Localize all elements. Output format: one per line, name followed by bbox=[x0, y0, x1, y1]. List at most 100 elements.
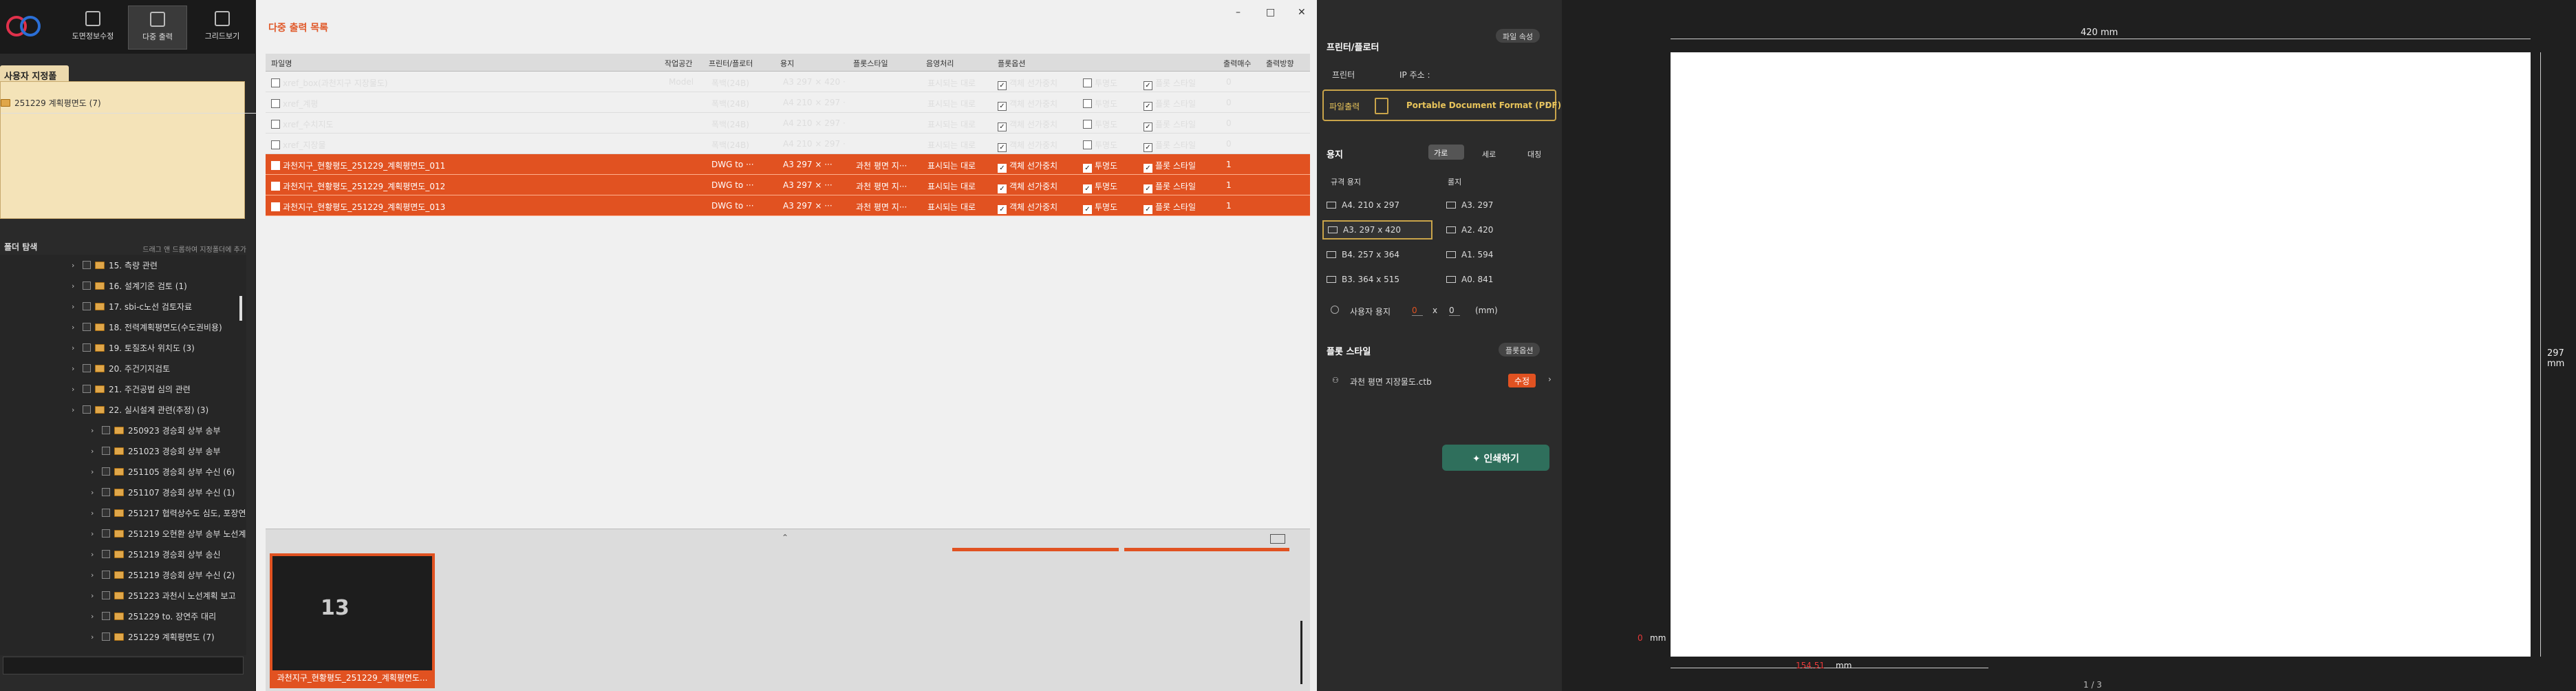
tree-scrollbar[interactable] bbox=[239, 296, 242, 321]
chevron-right-icon[interactable]: › bbox=[91, 632, 98, 641]
row-paper[interactable]: A3 297 × ··· bbox=[783, 201, 845, 211]
output-select[interactable]: 파일출력 Portable Document Format (PDF) › bbox=[1322, 89, 1561, 121]
row-shade[interactable]: 표시되는 대로 bbox=[927, 139, 989, 151]
chevron-right-icon[interactable]: › bbox=[72, 261, 78, 270]
tree-item[interactable]: › 251219 경승회 상부 수신 (2) bbox=[91, 567, 235, 582]
chevron-right-icon[interactable]: › bbox=[91, 447, 98, 456]
tree-checkbox[interactable] bbox=[83, 385, 91, 393]
table-row[interactable]: 과천지구_현황평도_251229_계획평면도_013 DWG to ··· A3 2… bbox=[266, 195, 1310, 216]
print-button[interactable]: ✦ 인쇄하기 bbox=[1442, 445, 1549, 471]
edit-style-button[interactable]: 수정 bbox=[1508, 374, 1536, 387]
chevron-right-icon[interactable]: › bbox=[91, 509, 98, 518]
row-checkbox[interactable] bbox=[271, 182, 280, 191]
row-paper[interactable]: A3 297 × 420 ··· bbox=[783, 77, 845, 87]
tree-item[interactable]: › 21. 주건공법 심의 관련 bbox=[72, 381, 191, 396]
paper-option[interactable]: A3. 297 x 420 bbox=[1322, 220, 1432, 240]
transparency-checkbox[interactable]: ✓ bbox=[1083, 164, 1092, 173]
chevron-right-icon[interactable]: › bbox=[72, 281, 78, 290]
chevron-right-icon[interactable]: › bbox=[91, 426, 98, 435]
transparency-checkbox[interactable] bbox=[1083, 120, 1092, 129]
chevron-right-icon[interactable]: › bbox=[91, 591, 98, 600]
chevron-right-icon[interactable]: › bbox=[1548, 374, 1552, 384]
tree-item[interactable]: › 251023 경승회 상부 송부 bbox=[91, 443, 221, 458]
col-space[interactable]: 작업공간 bbox=[665, 58, 692, 69]
tree-checkbox[interactable] bbox=[83, 281, 91, 290]
transparency-checkbox[interactable] bbox=[1083, 140, 1092, 149]
grid-view-button[interactable]: 그리드보기 bbox=[193, 6, 252, 50]
col-direction[interactable]: 출력방향 bbox=[1266, 58, 1307, 69]
tree-checkbox[interactable] bbox=[102, 488, 110, 496]
tree-item[interactable]: › 19. 토질조사 위치도 (3) bbox=[72, 340, 195, 355]
lineweight-checkbox[interactable]: ✓ bbox=[998, 102, 1007, 111]
tree-checkbox[interactable] bbox=[83, 343, 91, 352]
tree-checkbox[interactable] bbox=[102, 467, 110, 476]
row-plotstyle[interactable]: 과천 평면 지··· bbox=[856, 180, 918, 192]
style-file[interactable]: 과천 평면 지장물도.ctb bbox=[1350, 376, 1432, 387]
col-filename[interactable]: 파일명 bbox=[271, 58, 340, 69]
table-row[interactable]: xref_box(과천지구 지장물도) Model 폭백(24B) A3 297 × … bbox=[266, 72, 1310, 92]
row-checkbox[interactable] bbox=[271, 78, 280, 87]
row-checkbox[interactable] bbox=[271, 99, 280, 108]
row-shade[interactable]: 표시되는 대로 bbox=[927, 98, 989, 109]
file-attr-toggle[interactable]: 파일 속성 bbox=[1496, 29, 1540, 43]
table-row[interactable]: xref_수치지도 폭백(24B) A4 210 × 297 ··· 표시되는 대로 ✓… bbox=[266, 113, 1310, 134]
row-paper[interactable]: A3 297 × ··· bbox=[783, 160, 845, 169]
paper-option[interactable]: A4. 210 x 297 bbox=[1322, 195, 1432, 215]
row-printer[interactable]: 폭백(24B) bbox=[711, 139, 773, 151]
row-printer[interactable]: 폭백(24B) bbox=[711, 118, 773, 130]
chevron-right-icon[interactable]: › bbox=[72, 343, 78, 352]
tree-checkbox[interactable] bbox=[102, 571, 110, 579]
tree-item[interactable]: › 251105 경승회 상부 수신 (6) bbox=[91, 464, 235, 479]
transparency-checkbox[interactable] bbox=[1083, 78, 1092, 87]
chevron-right-icon[interactable]: › bbox=[72, 364, 78, 373]
row-shade[interactable]: 표시되는 대로 bbox=[927, 201, 989, 213]
tree-checkbox[interactable] bbox=[83, 323, 91, 331]
row-checkbox[interactable] bbox=[271, 202, 280, 211]
row-shade[interactable]: 표시되는 대로 bbox=[927, 180, 989, 192]
plotstyle-checkbox[interactable]: ✓ bbox=[1144, 184, 1152, 193]
row-paper[interactable]: A4 210 × 297 ··· bbox=[783, 118, 845, 128]
lineweight-checkbox[interactable]: ✓ bbox=[998, 164, 1007, 173]
plot-options-toggle[interactable]: 플롯옵션 bbox=[1499, 343, 1541, 357]
roll-paper-option[interactable]: A2. 420 bbox=[1442, 220, 1552, 240]
tree-checkbox[interactable] bbox=[102, 612, 110, 620]
drawing-info-button[interactable]: 도면정보수정 bbox=[63, 6, 122, 50]
tree-checkbox[interactable] bbox=[83, 261, 91, 269]
plotstyle-checkbox[interactable]: ✓ bbox=[1144, 81, 1152, 90]
plotstyle-checkbox[interactable]: ✓ bbox=[1144, 205, 1152, 214]
tree-checkbox[interactable] bbox=[102, 509, 110, 517]
row-checkbox[interactable] bbox=[271, 140, 280, 149]
chevron-right-icon[interactable]: › bbox=[72, 385, 78, 394]
table-row[interactable]: 과천지구_현황평도_251229_계획평면도_011 DWG to ··· A3 2… bbox=[266, 154, 1310, 175]
preview-scrollbar[interactable] bbox=[1300, 621, 1302, 684]
table-row[interactable]: xref_지장물 폭백(24B) A4 210 × 297 ··· 표시되는 대로 ✓ 객… bbox=[266, 134, 1310, 154]
multi-print-button[interactable]: 다중 출력 bbox=[128, 6, 187, 50]
row-printer[interactable]: DWG to ··· bbox=[711, 180, 773, 190]
chevron-right-icon[interactable]: › bbox=[91, 529, 98, 538]
row-printer[interactable]: DWG to ··· bbox=[711, 160, 773, 169]
transparency-checkbox[interactable]: ✓ bbox=[1083, 205, 1092, 214]
col-paper[interactable]: 용지 bbox=[780, 58, 842, 69]
row-copies[interactable]: 1 bbox=[1226, 180, 1232, 190]
row-paper[interactable]: A4 210 × 297 ··· bbox=[783, 98, 845, 107]
plotstyle-checkbox[interactable]: ✓ bbox=[1144, 164, 1152, 173]
row-printer[interactable]: DWG to ··· bbox=[711, 201, 773, 211]
tree-checkbox[interactable] bbox=[83, 405, 91, 414]
lineweight-checkbox[interactable]: ✓ bbox=[998, 184, 1007, 193]
plotstyle-checkbox[interactable]: ✓ bbox=[1144, 143, 1152, 152]
tree-item[interactable]: › 251219 오현환 상부 송부 노선계 bbox=[91, 526, 246, 541]
row-copies[interactable]: 1 bbox=[1226, 201, 1232, 211]
monitor-icon[interactable] bbox=[1270, 534, 1285, 544]
tree-item[interactable]: › 251229 계획평면도 (7) bbox=[91, 629, 215, 644]
col-copies[interactable]: 출력매수 bbox=[1223, 58, 1265, 69]
chevron-right-icon[interactable]: › bbox=[72, 302, 78, 311]
tree-item[interactable]: › 20. 주건기지검토 bbox=[72, 361, 170, 376]
roll-paper-option[interactable]: A1. 594 bbox=[1442, 245, 1552, 264]
custom-width-input[interactable]: 0 bbox=[1412, 306, 1423, 316]
lineweight-checkbox[interactable]: ✓ bbox=[998, 205, 1007, 214]
tree-checkbox[interactable] bbox=[102, 550, 110, 558]
custom-height-input[interactable]: 0 bbox=[1449, 306, 1460, 316]
chevron-right-icon[interactable]: › bbox=[91, 488, 98, 497]
chevron-right-icon[interactable]: › bbox=[91, 467, 98, 476]
chevron-right-icon[interactable]: › bbox=[72, 323, 78, 332]
